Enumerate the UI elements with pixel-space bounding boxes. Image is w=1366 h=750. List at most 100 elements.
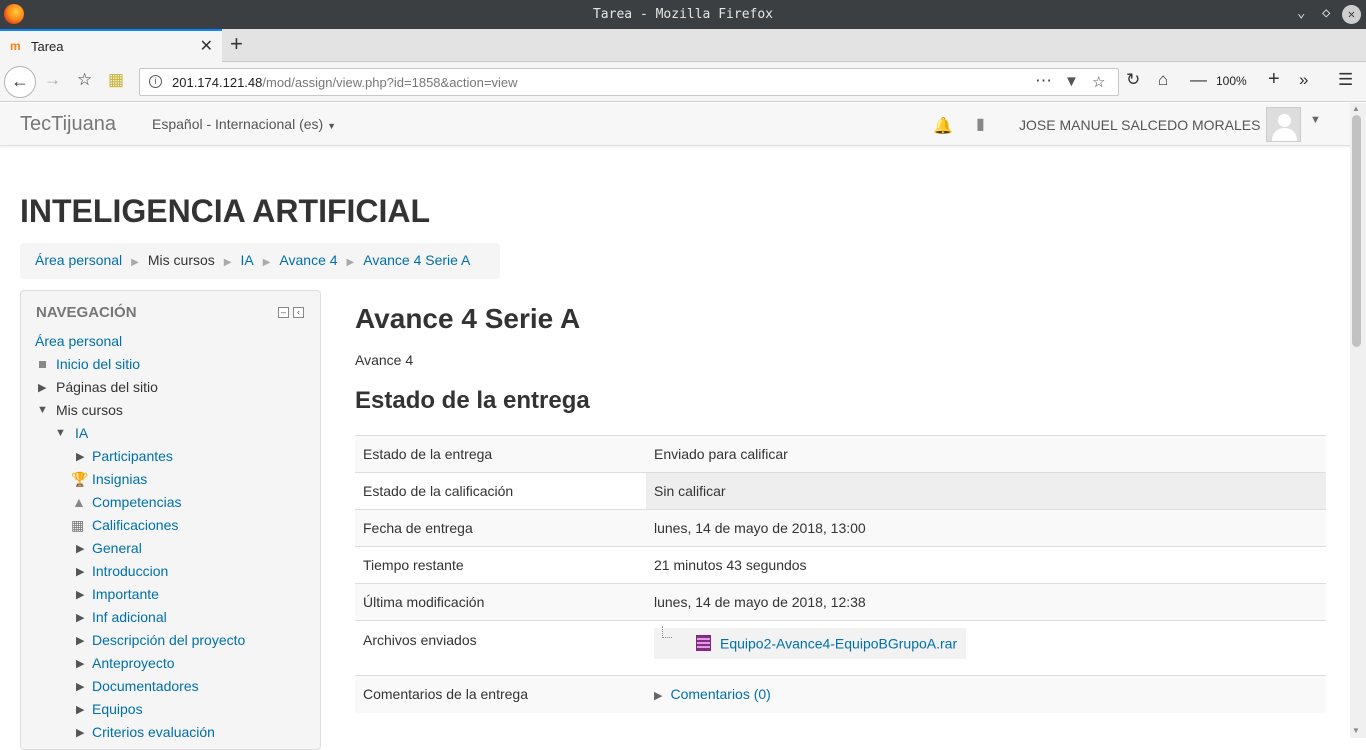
new-tab-icon[interactable]: + bbox=[230, 31, 243, 57]
maximize-icon[interactable]: ◇ bbox=[1322, 5, 1330, 21]
nav-item-inf-adicional[interactable]: Inf adicional bbox=[92, 609, 167, 625]
nav-item-label[interactable]: Calificaciones bbox=[92, 517, 178, 533]
zoom-level[interactable]: 100% bbox=[1216, 74, 1247, 88]
submission-status-heading: Estado de la entrega bbox=[355, 387, 590, 414]
nav-item-label[interactable]: Descripción del proyecto bbox=[92, 632, 245, 648]
nav-item-label[interactable]: Participantes bbox=[92, 448, 173, 464]
row-value: Equipo2-Avance4-EquipoBGrupoA.rar bbox=[646, 620, 1326, 676]
chevron-right-icon[interactable]: ▶ bbox=[654, 690, 662, 702]
nav-item-paginas-del-sitio[interactable]: Páginas del sitio bbox=[56, 379, 158, 395]
page-actions-icon[interactable]: ⋯ bbox=[1035, 71, 1052, 91]
nav-item-participantes[interactable]: Participantes bbox=[92, 448, 173, 464]
chevron-right-icon[interactable]: ▶ bbox=[76, 634, 84, 647]
nav-item-descripcion-del-proyecto[interactable]: Descripción del proyecto bbox=[92, 632, 245, 648]
comments-link[interactable]: Comentarios (0) bbox=[670, 686, 770, 702]
chevron-down-icon[interactable]: ▼ bbox=[37, 404, 48, 416]
submitted-file-link[interactable]: Equipo2-Avance4-EquipoBGrupoA.rar bbox=[720, 635, 957, 651]
chevron-right-icon[interactable]: ▶ bbox=[76, 680, 84, 693]
nav-item-inicio-del-sitio[interactable]: Inicio del sitio bbox=[56, 356, 140, 372]
pocket-icon[interactable]: ▼ bbox=[1064, 73, 1079, 90]
user-avatar[interactable] bbox=[1266, 107, 1301, 142]
breadcrumb-area-personal[interactable]: Área personal bbox=[35, 252, 122, 268]
url-bar[interactable]: i 201.174.121.48/mod/assign/view.php?id=… bbox=[139, 68, 1119, 96]
site-info-icon[interactable]: i bbox=[149, 75, 162, 88]
row-value: lunes, 14 de mayo de 2018, 12:38 bbox=[646, 583, 1326, 621]
row-value: 21 minutos 43 segundos bbox=[646, 546, 1326, 584]
nav-item-calificaciones[interactable]: Calificaciones bbox=[92, 517, 178, 533]
row-label: Última modificación bbox=[355, 583, 646, 621]
nav-item-documentadores[interactable]: Documentadores bbox=[92, 678, 199, 694]
scroll-down-icon[interactable]: ▼ bbox=[1352, 726, 1360, 735]
breadcrumb-avance-4[interactable]: Avance 4 bbox=[279, 252, 337, 268]
close-icon[interactable]: ✕ bbox=[1342, 5, 1361, 24]
breadcrumb-ia[interactable]: IA bbox=[240, 252, 253, 268]
url-host: 201.174.121.48 bbox=[172, 75, 263, 90]
zoom-in-icon[interactable]: + bbox=[1268, 68, 1280, 91]
nav-item-label[interactable]: Importante bbox=[92, 586, 159, 602]
navigation-block: NAVEGACIÓN – ‹ Área personal Inicio del … bbox=[20, 290, 321, 750]
nav-item-anteproyecto[interactable]: Anteproyecto bbox=[92, 655, 175, 671]
chevron-right-icon[interactable]: ▶ bbox=[76, 565, 84, 578]
moodle-favicon: m bbox=[10, 39, 21, 53]
nav-item-importante[interactable]: Importante bbox=[92, 586, 159, 602]
language-menu[interactable]: Español - Internacional (es) ▼ bbox=[152, 116, 336, 132]
back-icon[interactable]: ← bbox=[4, 66, 36, 98]
competencies-icon: ▲ bbox=[72, 494, 86, 510]
nav-item-label[interactable]: General bbox=[92, 540, 142, 556]
nav-item-general[interactable]: General bbox=[92, 540, 142, 556]
user-menu-caret-icon[interactable]: ▼ bbox=[1310, 114, 1321, 126]
nav-item-insignias[interactable]: Insignias bbox=[92, 471, 147, 487]
nav-item-area-personal[interactable]: Área personal bbox=[35, 333, 122, 349]
menu-icon[interactable]: ☰ bbox=[1338, 70, 1353, 90]
nav-item-label[interactable]: Equipos bbox=[92, 701, 143, 717]
breadcrumb-avance-4-serie-a[interactable]: Avance 4 Serie A bbox=[363, 252, 470, 268]
nav-item-introduccion[interactable]: Introduccion bbox=[92, 563, 168, 579]
nav-item-ia[interactable]: IA bbox=[75, 425, 88, 441]
url-text: 201.174.121.48/mod/assign/view.php?id=18… bbox=[172, 75, 518, 90]
chevron-right-icon[interactable]: ▶ bbox=[76, 542, 84, 555]
nav-item-competencias[interactable]: Competencias bbox=[92, 494, 182, 510]
row-label: Estado de la calificación bbox=[355, 472, 646, 510]
bell-icon[interactable]: 🔔 bbox=[933, 116, 953, 136]
chevron-right-icon[interactable]: ▶ bbox=[38, 381, 46, 394]
nav-item-label[interactable]: IA bbox=[75, 425, 88, 441]
zoom-out-icon[interactable]: — bbox=[1190, 70, 1207, 90]
row-label: Estado de la entrega bbox=[355, 435, 646, 473]
tab-tarea[interactable]: m Tarea ✕ bbox=[0, 29, 222, 62]
overflow-icon[interactable]: » bbox=[1299, 70, 1308, 90]
nav-item-label[interactable]: Insignias bbox=[92, 471, 147, 487]
collapse-block-icon[interactable]: – bbox=[278, 307, 289, 318]
nav-item-label[interactable]: Inicio del sitio bbox=[56, 356, 140, 372]
chevron-down-icon[interactable]: ▼ bbox=[55, 427, 66, 439]
nav-item-label[interactable]: Anteproyecto bbox=[92, 655, 175, 671]
chevron-right-icon[interactable]: ▶ bbox=[76, 726, 84, 739]
nav-item-equipos[interactable]: Equipos bbox=[92, 701, 143, 717]
forward-icon[interactable]: → bbox=[44, 70, 61, 90]
nav-item-label[interactable]: Documentadores bbox=[92, 678, 199, 694]
bookmark-star-icon[interactable]: ☆ bbox=[77, 70, 92, 90]
window-title: Tarea - Mozilla Firefox bbox=[592, 7, 773, 22]
home-icon[interactable]: ⌂ bbox=[1158, 70, 1168, 90]
chevron-right-icon[interactable]: ▶ bbox=[76, 450, 84, 463]
scroll-up-icon[interactable]: ▲ bbox=[1352, 104, 1360, 113]
table-row: Archivos enviados Equipo2-Avance4-Equipo… bbox=[355, 620, 1326, 676]
nav-item-label[interactable]: Competencias bbox=[92, 494, 182, 510]
library-icon[interactable]: ▦ bbox=[108, 70, 124, 90]
chevron-right-icon[interactable]: ▶ bbox=[76, 588, 84, 601]
tab-close-icon[interactable]: ✕ bbox=[200, 36, 213, 56]
nav-item-label[interactable]: Área personal bbox=[35, 333, 122, 349]
message-icon[interactable]: ▮ bbox=[976, 114, 985, 134]
user-name[interactable]: JOSE MANUEL SALCEDO MORALES bbox=[1019, 117, 1260, 133]
chevron-right-icon[interactable]: ▶ bbox=[76, 657, 84, 670]
chevron-right-icon[interactable]: ▶ bbox=[76, 611, 84, 624]
minimize-icon[interactable]: ⌄ bbox=[1297, 5, 1305, 21]
chevron-right-icon[interactable]: ▶ bbox=[76, 703, 84, 716]
nav-item-label[interactable]: Introduccion bbox=[92, 563, 168, 579]
reload-icon[interactable]: ↻ bbox=[1126, 70, 1140, 90]
scrollbar-thumb[interactable] bbox=[1352, 115, 1361, 347]
dock-block-icon[interactable]: ‹ bbox=[293, 307, 304, 318]
star-icon[interactable]: ☆ bbox=[1092, 73, 1105, 91]
site-brand[interactable]: TecTijuana bbox=[20, 113, 116, 136]
nav-item-mis-cursos[interactable]: Mis cursos bbox=[56, 402, 123, 418]
nav-item-label[interactable]: Inf adicional bbox=[92, 609, 167, 625]
